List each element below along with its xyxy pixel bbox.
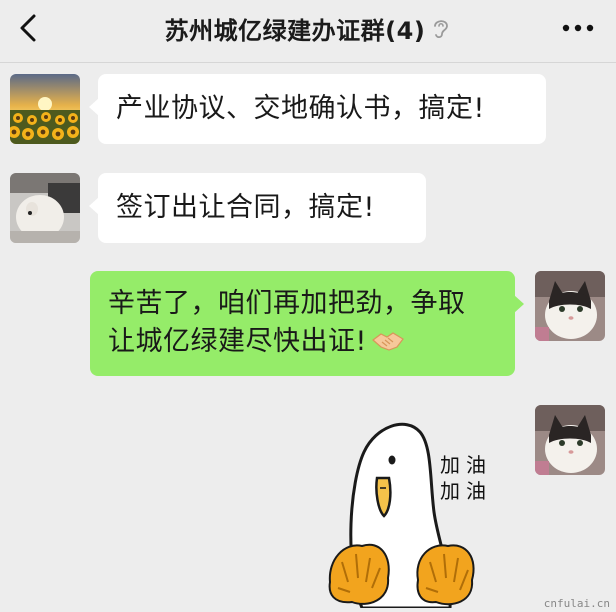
message-text-line1: 辛苦了，咱们再加把劲，争取 [108,288,466,319]
chat-title[interactable]: 苏州城亿绿建办证群(4) [165,11,426,46]
message-bubble-incoming[interactable]: 签订出让合同，搞定! [89,173,426,243]
duck-sticker[interactable] [322,412,522,608]
message-bubble-outgoing[interactable]: 辛苦了，咱们再加把劲，争取 让城亿绿建尽快出证! [90,271,524,376]
sticker-caption-line2: 加油 [440,479,492,503]
sticker-caption: 加油 加油 [440,452,492,504]
handshake-emoji [371,332,404,351]
message-text: 签订出让合同，搞定! [116,192,375,223]
cat-avatar[interactable] [535,405,605,475]
white-pet-avatar[interactable] [10,173,80,243]
message-text: 产业协议、交地确认书，搞定! [116,93,485,124]
bubble-tail [89,197,99,215]
sunflower-field-avatar[interactable] [10,74,80,144]
message-text-line2-content: 让城亿绿建尽快出证! [108,326,367,357]
header-divider [0,62,616,63]
watermark-text: cnfulai.cn [543,597,610,610]
message-text-line2: 让城亿绿建尽快出证! [108,323,497,361]
title-area: 苏州城亿绿建办证群(4) [0,0,616,56]
cat-avatar[interactable] [535,271,605,341]
sticker-caption-line1: 加油 [440,453,492,477]
message-bubble-incoming[interactable]: 产业协议、交地确认书，搞定! [89,74,546,144]
ear-icon [434,20,449,39]
bubble-tail [89,98,99,116]
chat-header: 苏州城亿绿建办证群(4) [0,0,616,60]
more-dots-icon[interactable] [558,14,598,42]
bubble-tail [514,295,524,313]
